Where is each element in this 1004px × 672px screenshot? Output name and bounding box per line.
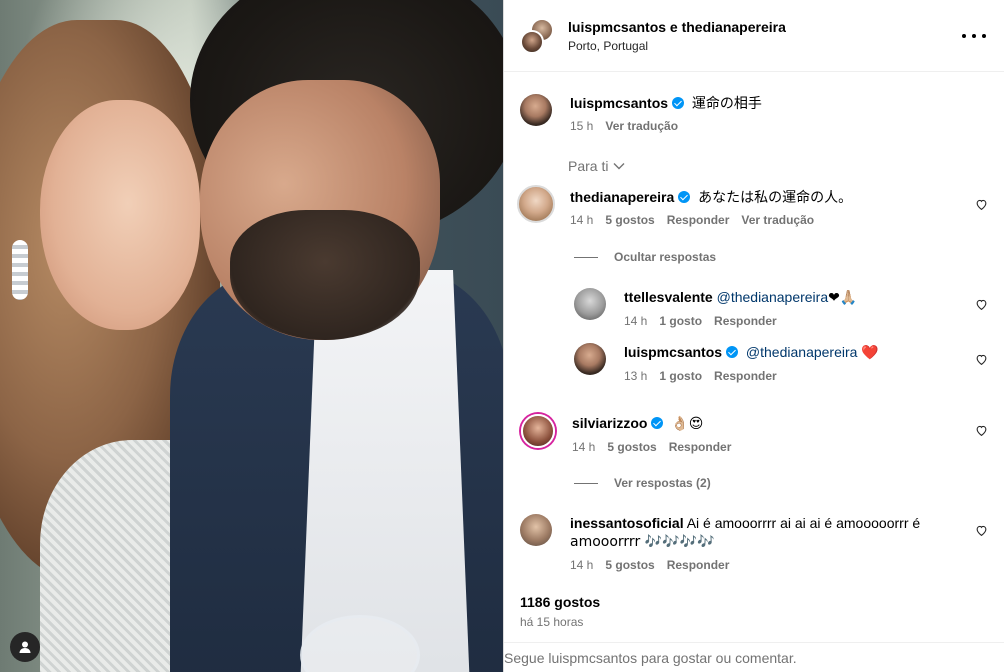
avatar[interactable] [517,185,555,223]
comment-username[interactable]: silviarizzoo [572,415,647,431]
comment-likes[interactable]: 1 gosto [659,313,702,329]
reply-button[interactable]: Responder [714,313,777,329]
reply-button[interactable]: Responder [669,439,732,455]
heart-outline-icon [976,299,987,311]
comments-panel: luispmcsantos e thedianapereira Porto, P… [503,0,1004,672]
caption: luispmcsantos 運命の相手 15 h Ver tradução [520,94,762,134]
user-tag-icon [19,641,31,653]
comment-text-continued: amooorrrr 🎶🎶🎶🎶 [570,534,715,550]
comment-emoji: ❤🙏🏼 [828,290,858,306]
like-comment-button[interactable] [975,298,988,311]
filter-label: Para ti [568,158,609,174]
comments-list[interactable]: luispmcsantos 運命の相手 15 h Ver tradução Pa… [504,72,1004,586]
caption-text: 運命の相手 [691,95,762,111]
comment-text: 👌🏼😍 [671,416,704,432]
like-comment-button[interactable] [975,198,988,211]
post-photo[interactable] [0,0,503,672]
hide-replies-button[interactable]: Ocultar respostas [574,250,716,264]
verified-badge-icon [726,346,739,358]
comment-time: 15 h [570,119,594,133]
like-comment-button[interactable] [975,424,988,437]
post-authors[interactable]: luispmcsantos e thedianapereira [568,18,786,36]
translate-link[interactable]: Ver tradução [605,118,678,134]
avatar[interactable] [520,514,552,546]
likes-count[interactable]: 1186 gostos [520,593,600,611]
reply-comment: luispmcsantos @thedianapereira ❤️ 13 h 1… [574,343,879,384]
post-time[interactable]: há 15 horas [520,615,600,629]
view-replies-button[interactable]: Ver respostas (2) [574,476,711,490]
comment-username[interactable]: ttellesvalente [624,289,713,305]
collab-avatars[interactable] [520,17,556,54]
reply-comment: ttellesvalente @thedianapereira❤🙏🏼 14 h … [574,288,857,329]
user-tag-button[interactable] [10,632,40,662]
comment: silviarizzoo 👌🏼😍 14 h 5 gostos Responder [520,414,731,455]
heart-outline-icon [976,525,987,537]
comment-likes[interactable]: 5 gostos [605,212,654,228]
reply-button[interactable]: Responder [714,368,777,384]
heart-outline-icon [976,199,987,211]
comment-text: Ai é amooorrrr ai ai ai é amooooorrr é [686,515,921,531]
photo-man-beard [230,210,420,340]
comment-time: 13 h [624,369,648,383]
verified-badge-icon [678,191,691,203]
reply-button[interactable]: Responder [667,212,730,228]
comment-likes[interactable]: 5 gostos [607,439,656,455]
comment-filter-dropdown[interactable]: Para ti [568,158,626,174]
verified-badge-icon [651,417,664,429]
heart-outline-icon [976,425,987,437]
comment: thedianapereira あなたは私の運命の人。 14 h 5 gosto… [517,185,853,228]
photo-woman-face [40,100,200,330]
comment-time: 14 h [570,213,594,227]
post-header: luispmcsantos e thedianapereira Porto, P… [504,0,1004,72]
photo-earring [12,240,28,300]
verified-badge-icon [672,97,685,109]
comment: inessantosoficial Ai é amooorrrr ai ai a… [520,514,970,573]
comment-likes[interactable]: 5 gostos [605,557,654,573]
post-location[interactable]: Porto, Portugal [568,38,786,54]
replies-toggle-label: Ver respostas (2) [614,476,711,490]
mention-link[interactable]: @thedianapereira [746,344,858,360]
heart-outline-icon [976,354,987,366]
comment-time: 14 h [572,440,596,454]
avatar [520,29,544,54]
comment-time: 14 h [624,314,648,328]
comment-username[interactable]: luispmcsantos [624,344,722,360]
mention-link[interactable]: @thedianapereira [717,289,829,305]
avatar[interactable] [521,414,555,448]
comment-username[interactable]: luispmcsantos [570,95,668,111]
follow-prompt-text: Segue luispmcsantos para gostar ou comen… [504,649,797,666]
like-comment-button[interactable] [975,524,988,537]
more-options-icon[interactable] [962,26,986,46]
chevron-down-icon [613,163,625,170]
avatar[interactable] [520,94,552,126]
translate-link[interactable]: Ver tradução [741,212,814,228]
comment-emoji: ❤️ [861,345,879,361]
replies-toggle-label: Ocultar respostas [614,250,717,264]
follow-prompt-bar: Segue luispmcsantos para gostar ou comen… [504,642,1004,672]
like-comment-button[interactable] [975,353,988,366]
avatar[interactable] [574,343,606,375]
comment-likes[interactable]: 1 gosto [659,368,702,384]
post-stats: 1186 gostos há 15 horas [520,593,600,629]
comment-username[interactable]: inessantosoficial [570,515,684,531]
comment-username[interactable]: thedianapereira [570,189,674,205]
comment-time: 14 h [570,558,594,572]
avatar[interactable] [574,288,606,320]
reply-button[interactable]: Responder [667,557,730,573]
comment-text: あなたは私の運命の人。 [698,189,853,205]
